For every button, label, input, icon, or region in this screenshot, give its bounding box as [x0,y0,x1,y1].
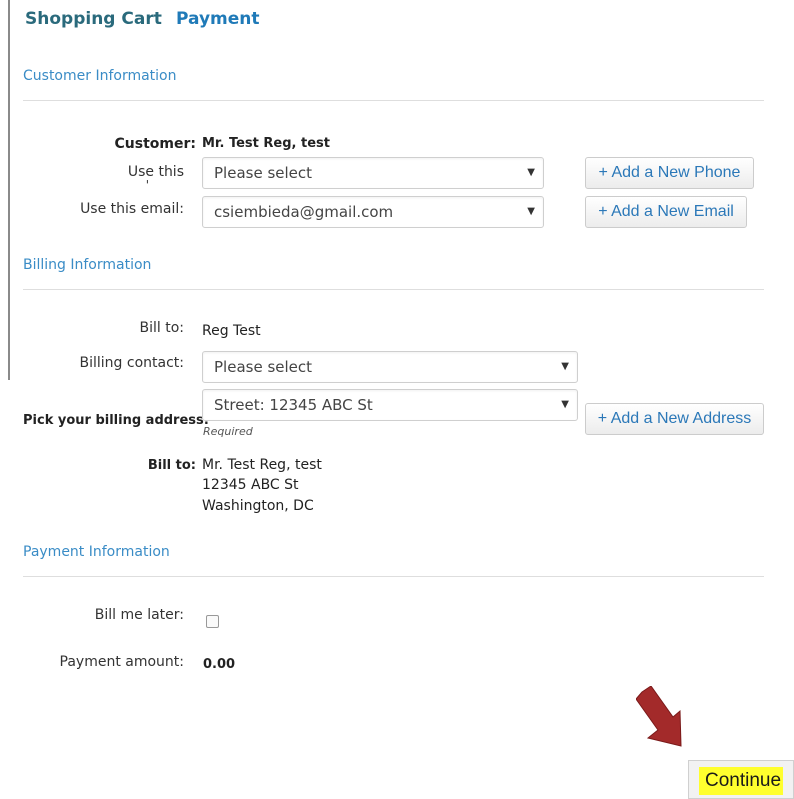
address-line: Mr. Test Reg, test [202,457,322,473]
add-address-button[interactable]: + Add a New Address [585,403,764,435]
divider [23,100,764,101]
required-hint: Required [203,425,253,438]
bill-later-label: Bill me later: [94,607,184,623]
left-border [8,0,10,380]
email-select-value: csiembieda@gmail.com [214,203,394,221]
bill-later-checkbox[interactable] [206,615,219,628]
payment-amount-label: Payment amount: [59,654,184,670]
bill-to-label: Bill to: [139,320,185,336]
phone-label: Use this [127,164,184,180]
continue-button[interactable]: Continue [688,760,794,799]
email-select[interactable]: csiembieda@gmail.com ▼ [202,196,544,228]
phone-select-value: Please select [214,164,313,182]
customer-value: Mr. Test Reg, test [202,136,330,151]
customer-label: Customer: [114,136,196,152]
chevron-down-icon: ▼ [561,361,569,372]
continue-label: Continue [705,770,782,791]
tab-shopping-cart[interactable]: Shopping Cart [25,9,162,29]
add-phone-button[interactable]: + Add a New Phone [585,157,754,189]
billing-contact-select[interactable]: Please select ▼ [202,351,578,383]
tab-payment[interactable]: Payment [176,9,260,29]
billing-address-label: Pick your billing address: [23,413,209,428]
billing-contact-label: Billing contact: [79,355,184,371]
divider [23,289,764,290]
phone-select[interactable]: Please select ▼ [202,157,544,189]
chevron-down-icon: ▼ [561,399,569,410]
billing-address-select[interactable]: Street: 12345 ABC St ▼ [202,389,578,421]
chevron-down-icon: ▼ [527,206,535,217]
payment-section-title: Payment Information [23,544,170,560]
address-line: 12345 ABC St [202,477,299,493]
billing-address-value: Street: 12345 ABC St [214,396,373,414]
arrow-down-right-icon [636,686,682,747]
divider [23,576,764,577]
chevron-down-icon: ▼ [527,167,535,178]
bill-to-address-label: Bill to: [147,458,196,473]
address-line: Washington, DC [202,498,314,514]
billing-section-title: Billing Information [23,257,152,273]
payment-amount-value: 0.00 [203,657,236,672]
bill-to-value: Reg Test [202,323,261,339]
add-email-button[interactable]: + Add a New Email [585,196,747,228]
phone-label-cont: ' [145,178,149,192]
email-label: Use this email: [80,201,184,217]
billing-contact-value: Please select [214,358,313,376]
customer-section-title: Customer Information [23,68,177,84]
